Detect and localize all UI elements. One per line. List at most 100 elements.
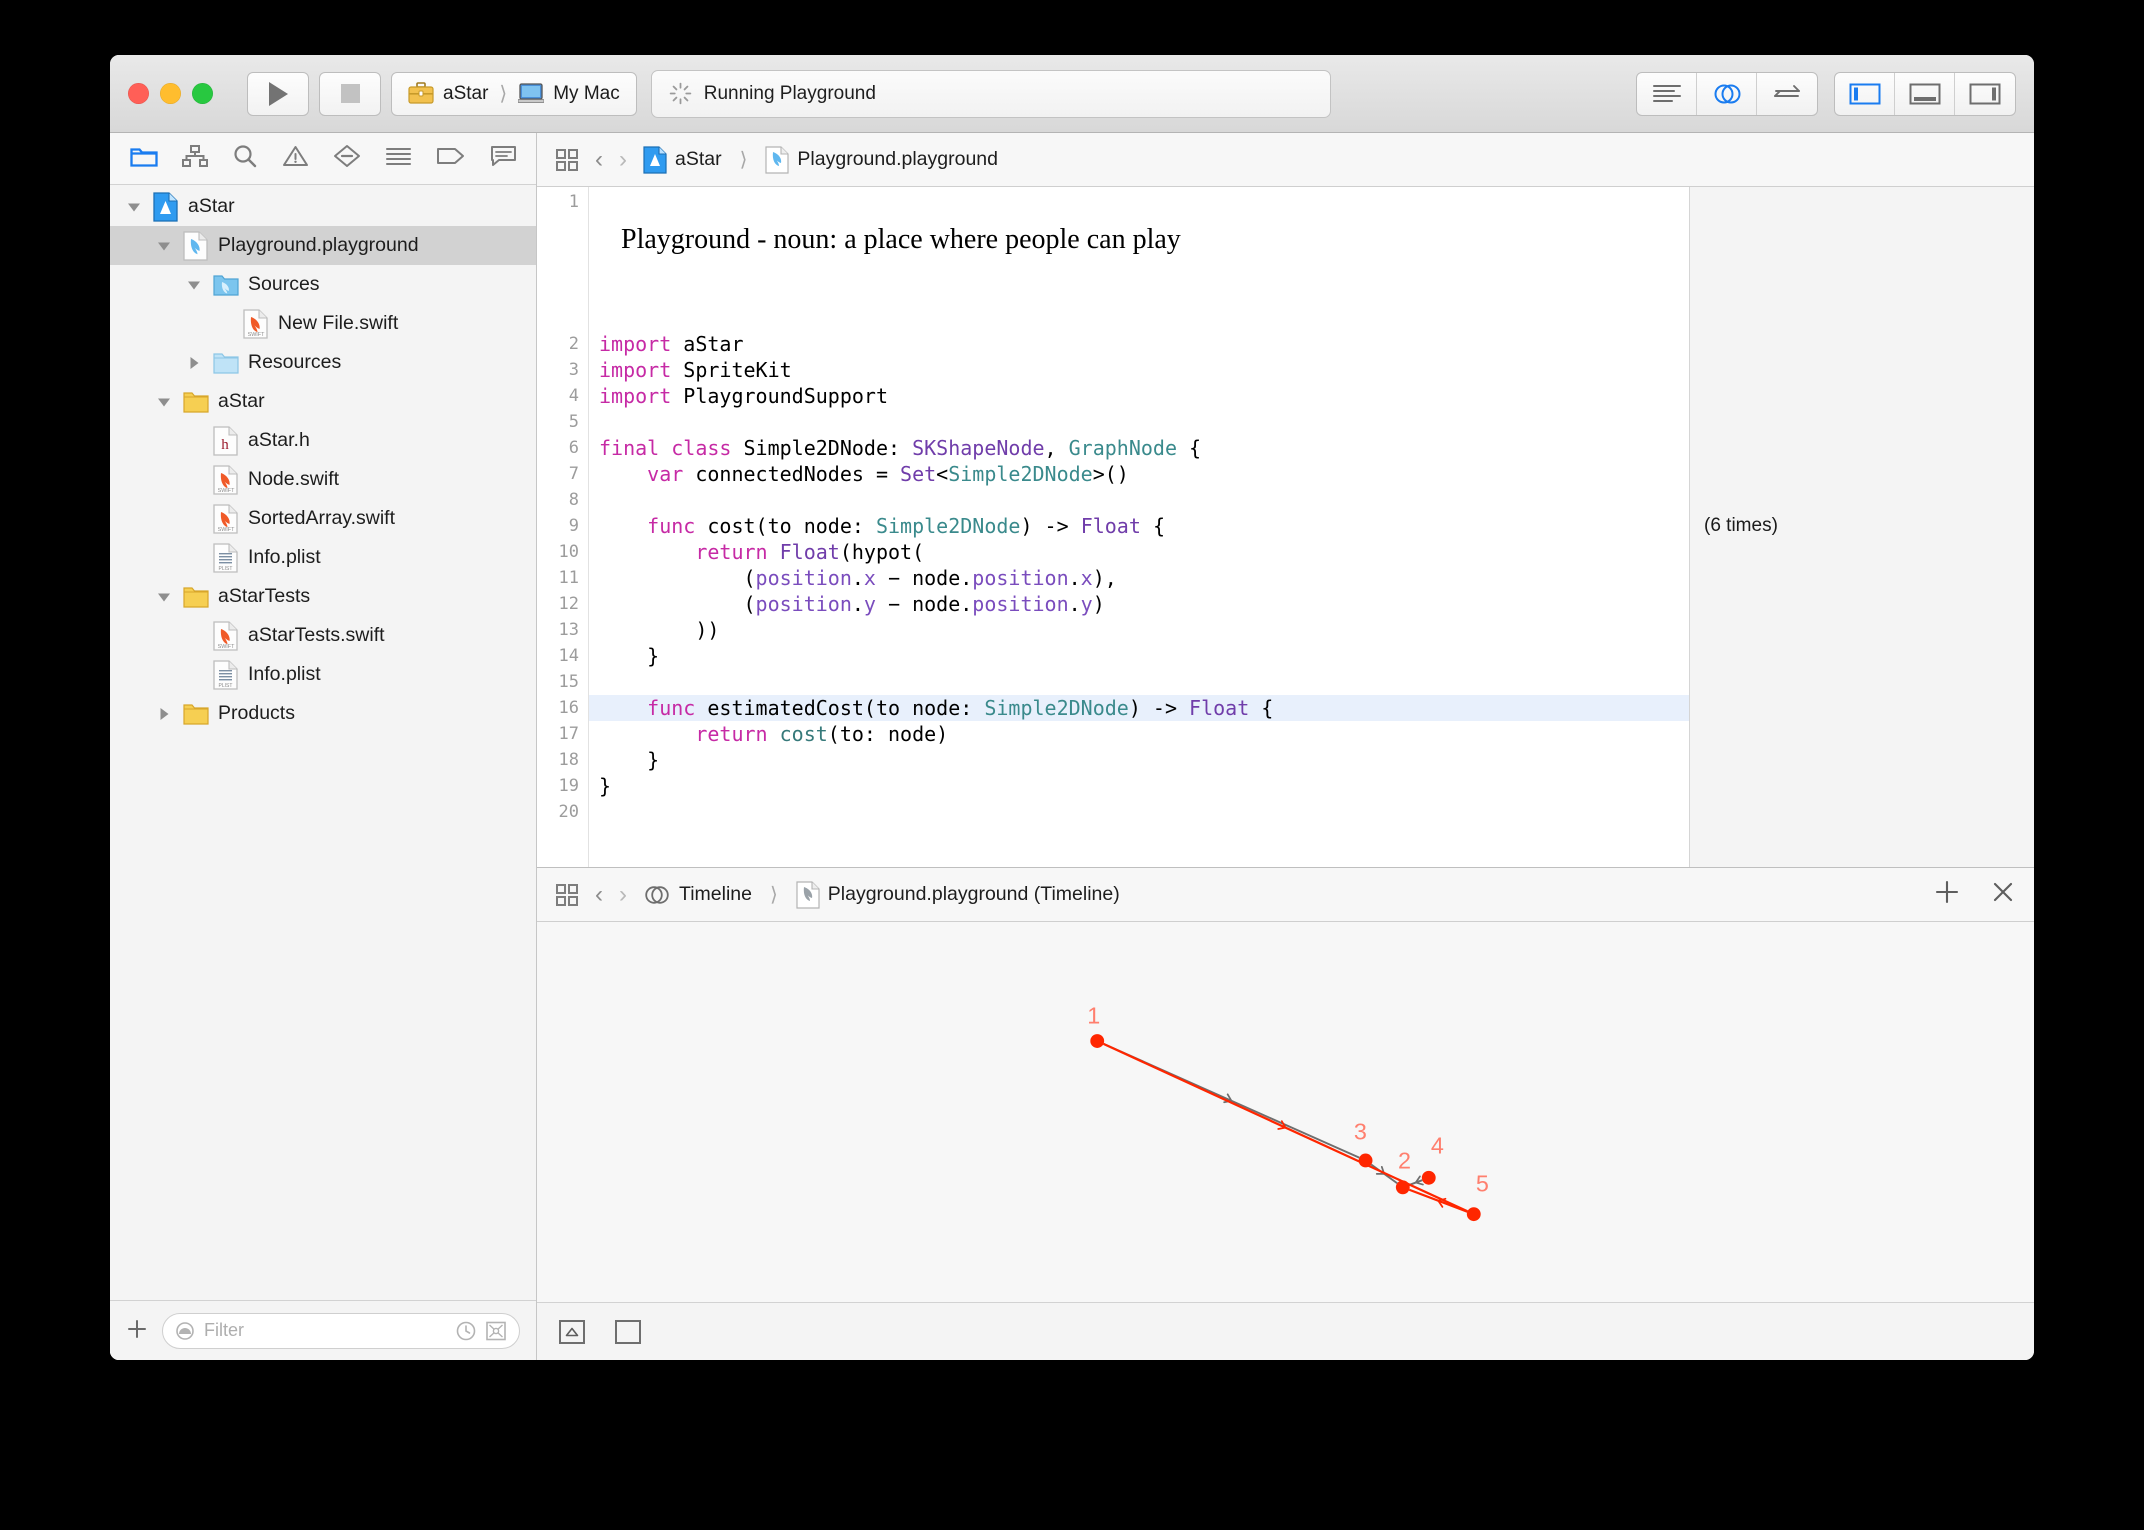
tree-item-products[interactable]: Products (110, 694, 536, 733)
zoom-window-button[interactable] (192, 83, 213, 104)
disclosure-triangle[interactable] (154, 393, 174, 411)
code-line[interactable]: import SpriteKit (589, 357, 1689, 383)
source-control-navigator-tab[interactable] (181, 144, 208, 173)
code-line[interactable]: (position.y − node.position.y) (589, 591, 1689, 617)
line-number: 17 (558, 724, 579, 744)
code-line[interactable]: import aStar (589, 331, 1689, 357)
tree-item-astartests-swift[interactable]: SWIFT aStarTests.swift (110, 616, 536, 655)
go-back-button[interactable]: ‹ (595, 146, 603, 174)
tree-item-info-plist[interactable]: PLIST Info.plist (110, 538, 536, 577)
disclosure-triangle[interactable] (154, 588, 174, 606)
code-line[interactable]: return Float(hypot( (589, 539, 1689, 565)
line-number: 16 (558, 698, 579, 718)
result-value[interactable]: (6 times) (1690, 513, 2034, 539)
tree-item-resources[interactable]: Resources (110, 343, 536, 382)
tree-item-astar[interactable]: aStar (110, 187, 536, 226)
code-content[interactable]: Playground - noun: a place where people … (589, 187, 1689, 867)
assistant-editor-button[interactable] (1697, 72, 1757, 115)
code-line[interactable]: } (589, 643, 1689, 669)
chevron-down-icon[interactable] (155, 393, 173, 411)
tree-item-sources[interactable]: Sources (110, 265, 536, 304)
code-line[interactable]: return cost(to: node) (589, 721, 1689, 747)
activity-status-bar: Running Playground (650, 69, 1331, 118)
report-navigator-tab[interactable] (490, 144, 517, 173)
add-assistant-editor-button[interactable] (1934, 879, 1960, 911)
code-line[interactable]: } (589, 773, 1689, 799)
editor-jump-bar: ‹ › aStar ⟩ Playground.playground (537, 133, 2034, 187)
timeline-breadcrumb-mode[interactable]: Timeline (643, 883, 752, 906)
result-slot (1690, 617, 2034, 643)
code-line[interactable]: func cost(to node: Simple2DNode) -> Floa… (589, 513, 1689, 539)
code-line[interactable]: import PlaygroundSupport (589, 383, 1689, 409)
timeline-breadcrumb-file[interactable]: Playground.playground (Timeline) (796, 880, 1120, 909)
tree-item-label: Products (218, 702, 295, 724)
chevron-down-icon[interactable] (185, 276, 203, 294)
version-editor-button[interactable] (1757, 73, 1817, 115)
breadcrumb-project[interactable]: aStar (643, 145, 722, 174)
code-line[interactable]: func estimatedCost(to node: Simple2DNode… (589, 695, 1689, 721)
tree-item-astartests[interactable]: aStarTests (110, 577, 536, 616)
find-navigator-tab[interactable] (232, 143, 258, 174)
code-line[interactable]: (position.x − node.position.x), (589, 565, 1689, 591)
chevron-down-icon[interactable] (155, 588, 173, 606)
debug-area-toggle-button[interactable] (1895, 72, 1955, 115)
recent-clock-icon[interactable] (455, 1320, 477, 1342)
close-window-button[interactable] (128, 83, 149, 104)
disclosure-triangle[interactable] (154, 237, 174, 255)
disclosure-triangle[interactable] (154, 705, 174, 723)
disclosure-triangle[interactable] (184, 354, 204, 372)
standard-editor-button[interactable] (1637, 72, 1697, 115)
timeline-canvas[interactable]: 1 2 3 4 5 (537, 922, 2034, 1302)
source-control-filter-icon[interactable] (485, 1320, 507, 1342)
tree-item-astar[interactable]: aStar (110, 382, 536, 421)
source-editor[interactable]: 1 2 3 4 5 6 7 8 9 10 11 12 13 14 15 16 17 18 19 20 Playgrou… (537, 187, 2034, 867)
project-navigator-tab[interactable] (129, 144, 158, 173)
minimize-window-button[interactable] (160, 83, 181, 104)
chevron-down-icon[interactable] (125, 198, 143, 216)
code-line[interactable]: final class Simple2DNode: SKShapeNode, G… (589, 435, 1689, 461)
stop-playground-button[interactable] (615, 1319, 641, 1344)
filter-input[interactable]: Filter (204, 1320, 244, 1341)
debug-navigator-tab[interactable] (385, 144, 412, 173)
scheme-selector[interactable]: aStar ⟩ My Mac (391, 71, 637, 116)
related-items-icon[interactable] (555, 148, 579, 172)
tree-item-sortedarray-swift[interactable]: SWIFT SortedArray.swift (110, 499, 536, 538)
test-navigator-tab[interactable] (333, 144, 361, 173)
chevron-down-icon[interactable] (155, 237, 173, 255)
chevron-right-icon[interactable] (185, 354, 203, 372)
project-file-tree[interactable]: aStar Playground.playground Sources SWIF… (110, 185, 536, 1300)
stop-button[interactable] (319, 71, 381, 116)
timeline-go-forward-button[interactable]: › (619, 881, 627, 909)
timeline-go-back-button[interactable]: ‹ (595, 881, 603, 909)
tree-item-info-plist[interactable]: PLIST Info.plist (110, 655, 536, 694)
go-forward-button[interactable]: › (619, 146, 627, 174)
related-items-icon[interactable] (555, 883, 579, 907)
close-assistant-editor-button[interactable] (1990, 879, 2016, 911)
filter-field[interactable]: Filter (162, 1312, 520, 1349)
disclosure-triangle[interactable] (184, 276, 204, 294)
code-line[interactable]: } (589, 747, 1689, 773)
issue-navigator-tab[interactable] (282, 144, 309, 173)
add-file-button[interactable] (126, 1316, 148, 1346)
tree-item-node-swift[interactable]: SWIFT Node.swift (110, 460, 536, 499)
result-slot (1690, 669, 2034, 695)
tree-item-playground-playground[interactable]: Playground.playground (110, 226, 536, 265)
chevron-right-icon[interactable] (155, 705, 173, 723)
code-line[interactable] (589, 799, 1689, 825)
code-line[interactable]: )) (589, 617, 1689, 643)
code-line[interactable] (589, 409, 1689, 435)
code-line[interactable] (589, 669, 1689, 695)
tree-item-new-file-swift[interactable]: SWIFT New File.swift (110, 304, 536, 343)
code-line[interactable]: var connectedNodes = Set<Simple2DNode>() (589, 461, 1689, 487)
run-button[interactable] (247, 71, 309, 116)
navigator-toggle-button[interactable] (1835, 72, 1895, 115)
utilities-toggle-button[interactable] (1955, 73, 2015, 115)
breadcrumb-file[interactable]: Playground.playground (765, 145, 998, 174)
code-token: position (755, 566, 852, 590)
results-sidebar[interactable]: (6 times) (1689, 187, 2034, 867)
code-line[interactable] (589, 487, 1689, 513)
tree-item-astar-h[interactable]: h aStar.h (110, 421, 536, 460)
breakpoint-navigator-tab[interactable] (436, 145, 466, 172)
show-hide-timeline-button[interactable] (559, 1319, 585, 1344)
disclosure-triangle[interactable] (124, 198, 144, 216)
